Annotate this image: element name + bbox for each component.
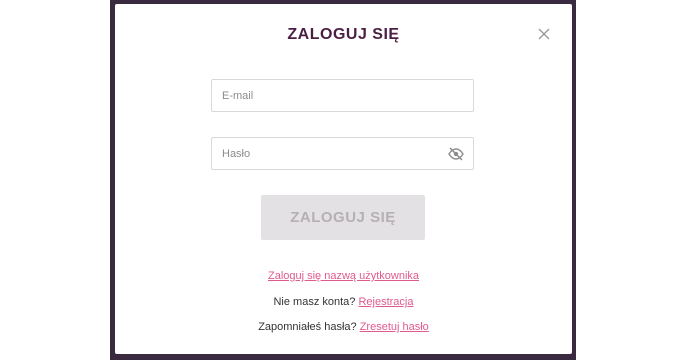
reset-line: Zapomniałeś hasła? Zresetuj hasło [115, 321, 572, 333]
modal-title: ZALOGUJ SIĘ [287, 26, 400, 43]
email-field-wrapper [211, 79, 474, 112]
password-field[interactable] [212, 138, 473, 169]
register-line: Nie masz konta? Rejestracja [115, 296, 572, 308]
close-icon[interactable] [536, 26, 552, 42]
login-submit-button[interactable]: ZALOGUJ SIĘ [261, 195, 425, 240]
email-field[interactable] [212, 80, 473, 111]
register-link[interactable]: Rejestracja [358, 296, 413, 308]
eye-slash-icon[interactable] [448, 147, 464, 161]
username-login-link[interactable]: Zaloguj się nazwą użytkownika [268, 270, 419, 282]
register-prompt: Nie masz konta? [273, 296, 359, 308]
reset-prompt: Zapomniałeś hasła? [258, 321, 360, 333]
password-field-wrapper [211, 137, 474, 170]
username-login-line: Zaloguj się nazwą użytkownika [115, 270, 572, 282]
login-modal: ZALOGUJ SIĘ ZALOGUJ SIĘ Zaloguj się nazw… [115, 4, 572, 354]
reset-password-link[interactable]: Zresetuj hasło [360, 321, 429, 333]
